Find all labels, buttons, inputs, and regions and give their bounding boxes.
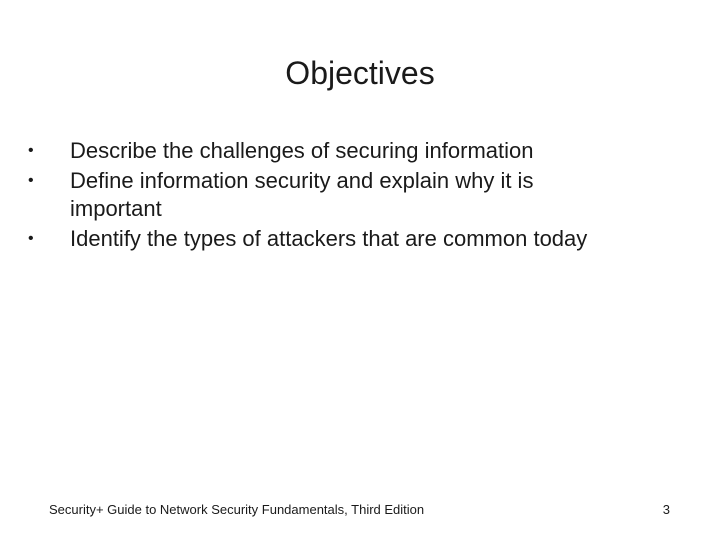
bullet-item: • Identify the types of attackers that a…: [28, 225, 708, 253]
bullet-item: • Describe the challenges of securing in…: [28, 137, 708, 165]
slide-footer: Security+ Guide to Network Security Fund…: [49, 502, 425, 517]
bullet-item: • Define information security and explai…: [28, 167, 630, 223]
page-number: 3: [662, 502, 670, 517]
bullet-text: Identify the types of attackers that are…: [70, 226, 588, 251]
bullet-text: Define information security and explain …: [70, 168, 534, 221]
bullet-list: • Describe the challenges of securing in…: [28, 137, 708, 255]
slide-title: Objectives: [285, 55, 435, 91]
bullet-text: Describe the challenges of securing info…: [70, 138, 534, 163]
bullet-icon: •: [28, 142, 34, 159]
bullet-icon: •: [28, 230, 34, 247]
bullet-icon: •: [28, 172, 34, 189]
